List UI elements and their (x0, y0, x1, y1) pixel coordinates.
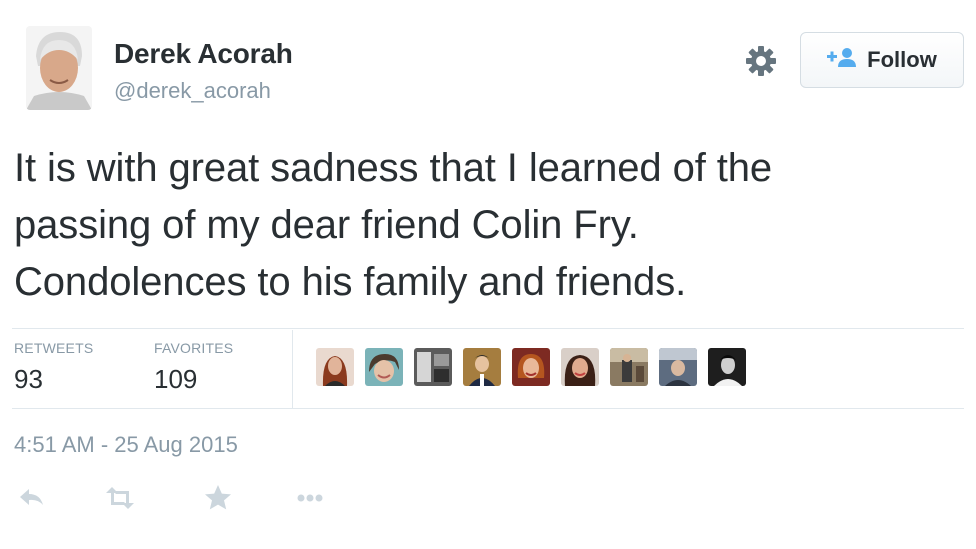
follow-plus-person-icon (827, 47, 857, 74)
screen-name[interactable]: @derek_acorah (114, 78, 271, 104)
favoriter-avatar[interactable] (316, 348, 354, 386)
retweets-stat[interactable]: RETWEETS 93 (14, 340, 93, 395)
retweet-icon[interactable] (104, 484, 136, 512)
favoriter-avatar[interactable] (365, 348, 403, 386)
more-dots-icon[interactable] (294, 484, 326, 512)
favoriter-avatar[interactable] (708, 348, 746, 386)
tweet-card: Derek Acorah @derek_acorah Follow It is … (0, 0, 976, 549)
retweets-label: RETWEETS (14, 340, 94, 356)
favorites-label: FAVORITES (154, 340, 234, 356)
favoriter-avatar[interactable] (561, 348, 599, 386)
tweet-line: passing of my dear friend Colin Fry. (14, 203, 639, 247)
favorites-stat[interactable]: FAVORITES 109 (154, 340, 233, 395)
display-name[interactable]: Derek Acorah (114, 38, 293, 70)
favoriter-avatar[interactable] (463, 348, 501, 386)
favorite-star-icon[interactable] (202, 484, 234, 512)
retweets-count: 93 (14, 364, 43, 394)
divider-top (12, 328, 964, 329)
favoriter-avatar[interactable] (659, 348, 697, 386)
follow-label: Follow (867, 47, 937, 72)
follow-button[interactable]: Follow (800, 32, 964, 88)
favoriter-avatar[interactable] (414, 348, 452, 386)
tweet-line: It is with great sadness that I learned … (14, 146, 773, 190)
stats-separator (292, 330, 293, 408)
favoriter-avatars (316, 348, 746, 386)
reply-icon[interactable] (16, 484, 48, 512)
user-avatar[interactable] (26, 26, 92, 110)
favoriter-avatar[interactable] (512, 348, 550, 386)
tweet-text: It is with great sadness that I learned … (14, 140, 964, 311)
divider-bottom (12, 408, 964, 409)
tweet-timestamp[interactable]: 4:51 AM - 25 Aug 2015 (14, 432, 238, 458)
gear-icon[interactable] (744, 44, 778, 78)
tweet-line: Condolences to his family and friends. (14, 260, 687, 304)
favoriter-avatar[interactable] (610, 348, 648, 386)
favorites-count: 109 (154, 364, 198, 394)
